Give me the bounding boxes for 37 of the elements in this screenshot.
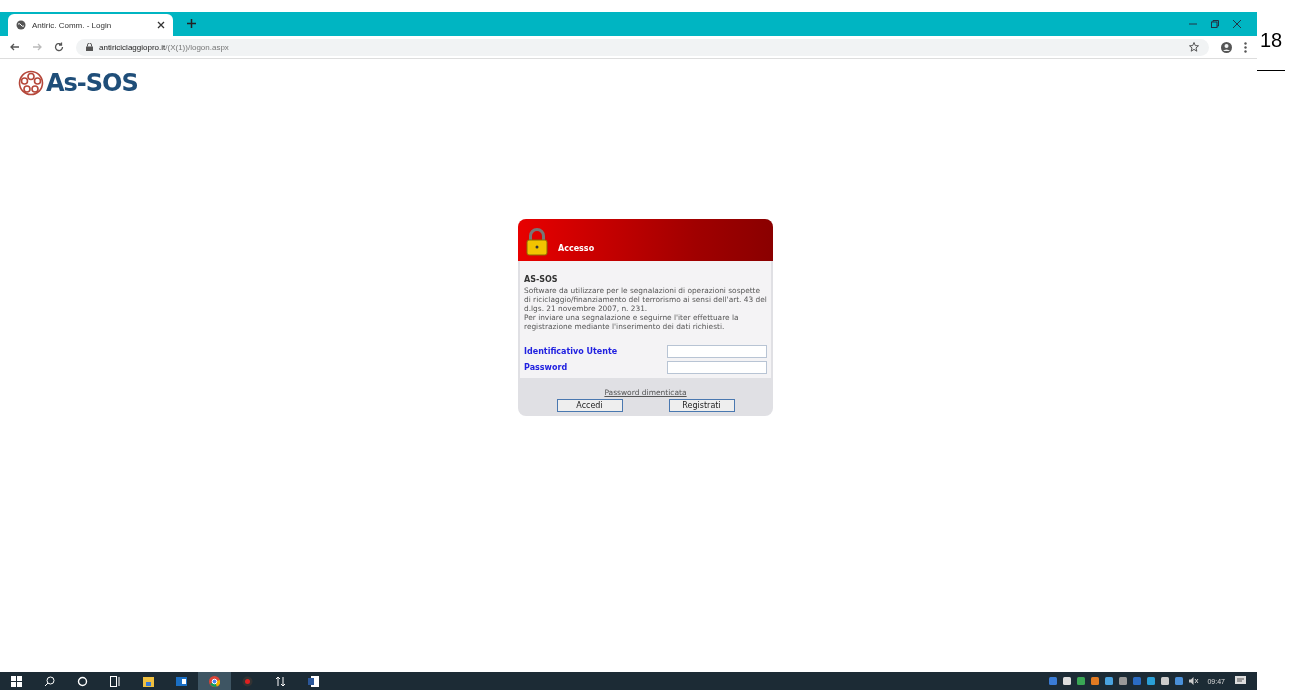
search-icon[interactable]	[44, 675, 55, 687]
reload-icon[interactable]	[54, 42, 64, 52]
lock-icon	[86, 43, 93, 51]
star-icon[interactable]	[1189, 42, 1199, 52]
register-button[interactable]: Registrati	[668, 399, 735, 412]
back-icon[interactable]	[10, 42, 20, 52]
dialog-title: Accesso	[558, 244, 595, 253]
notification-icon[interactable]	[1235, 675, 1247, 687]
logo-emblem-icon	[18, 70, 44, 96]
menu-icon[interactable]	[1244, 41, 1247, 53]
padlock-icon	[526, 228, 548, 256]
transfer-icon[interactable]	[275, 675, 286, 687]
logo-text: As-SOS	[46, 69, 138, 97]
field-label: Password	[524, 363, 568, 372]
field-label: Identificativo Utente	[524, 347, 618, 356]
username-field[interactable]	[667, 345, 767, 358]
browser-tab[interactable]: Antiric. Comm. - Login	[8, 14, 173, 36]
outlook-icon[interactable]	[176, 675, 187, 687]
record-icon[interactable]	[242, 675, 253, 687]
account-icon[interactable]	[1221, 41, 1232, 53]
cortana-icon[interactable]	[77, 675, 88, 687]
close-icon[interactable]	[1233, 20, 1241, 28]
speaker-icon[interactable]	[1189, 677, 1200, 685]
globe-icon	[16, 20, 26, 30]
start-icon[interactable]	[11, 675, 22, 687]
new-tab-icon[interactable]	[187, 19, 196, 28]
chrome-icon[interactable]	[209, 675, 220, 687]
restore-icon[interactable]	[1211, 20, 1219, 28]
page-number: 18	[1260, 29, 1283, 52]
close-icon[interactable]	[157, 21, 165, 29]
login-button[interactable]: Accedi	[556, 399, 623, 412]
word-icon[interactable]	[308, 675, 319, 687]
password-field[interactable]	[667, 361, 767, 374]
folder-icon[interactable]	[143, 675, 154, 687]
taskview-icon[interactable]	[110, 675, 121, 687]
app-heading: AS-SOS	[524, 275, 559, 284]
address-field[interactable]: antiriciclaggiopro.it/(X(1))/logon.aspx	[76, 38, 1209, 56]
